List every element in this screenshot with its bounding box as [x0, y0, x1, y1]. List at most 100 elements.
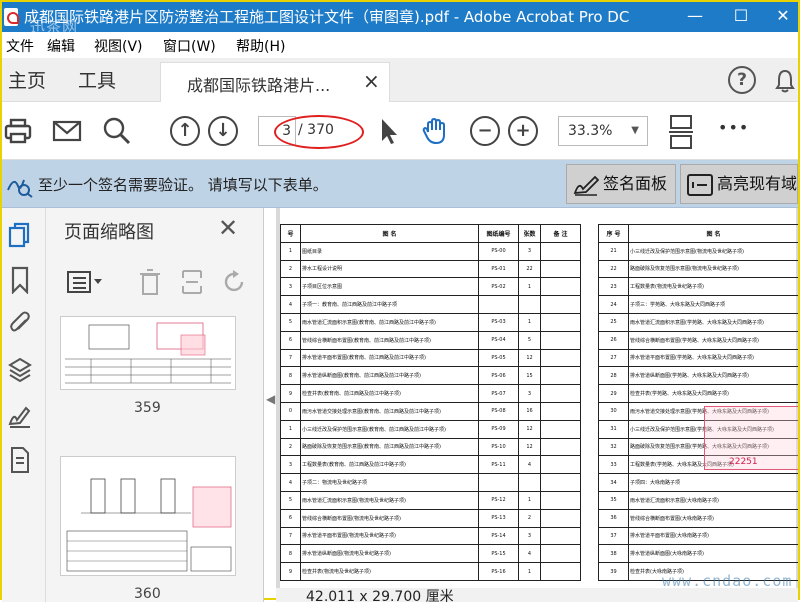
- chevron-down-icon: ▼: [631, 125, 639, 136]
- table-cell: 9: [280, 562, 301, 581]
- table-cell: PS-07: [478, 384, 519, 403]
- table-row: 8 排水管道纵断面图(物流电及世纪路子项) PS-15 4: [280, 544, 581, 564]
- close-tab-icon[interactable]: ×: [363, 69, 380, 93]
- minimize-button[interactable]: —: [682, 4, 708, 28]
- table-cell: [540, 295, 581, 314]
- table-cell: PS-01: [478, 259, 519, 279]
- drawing-index-table-right: 序 号图 名 21 小三线迁改及保护范围示意图(物流电及世纪路子项) 22 路面破除及恢…: [598, 224, 798, 581]
- table-cell: 1: [518, 490, 541, 510]
- menu-edit[interactable]: 编辑: [47, 36, 75, 56]
- table-row: 9 检查井表(物流电及世纪路子项) PS-16 1: [280, 562, 581, 581]
- table-row: 2 路面破除及恢复范围示意图(教育南、前江西路及前江中路子项) PS-10 12: [280, 437, 581, 457]
- zoom-value: 33.3%: [568, 123, 613, 139]
- table-row: 24 子项三：学苑路、大咏东路及大同西路子项: [598, 295, 798, 314]
- table-cell: 24: [598, 295, 629, 314]
- hand-tool-icon[interactable]: [420, 116, 450, 146]
- table-cell: 6: [280, 508, 301, 528]
- table-header-row: 号图 名图纸编号 张数备 注: [280, 224, 581, 243]
- menu-view[interactable]: 视图(V): [94, 36, 143, 56]
- table-row: 7 排水管道平面布置图(教育南、前江西路及前江中路子项) PS-05 12: [280, 348, 581, 368]
- table-cell: [540, 312, 581, 332]
- page-thumbnails-icon[interactable]: [8, 222, 32, 250]
- table-row: 2 排水工程设计说明 PS-01 22: [280, 259, 581, 279]
- close-window-button[interactable]: ✕: [770, 4, 796, 28]
- document-view[interactable]: 号图 名图纸编号 张数备 注 1 图纸目录 PS-00 3 2 排水工程设计说明 PS-01 22…: [276, 208, 798, 602]
- zoom-in-icon[interactable]: +: [508, 116, 538, 146]
- tab-document-label: 成都国际铁路港片...: [187, 76, 331, 95]
- maximize-button[interactable]: ☐: [728, 4, 754, 28]
- menu-help[interactable]: 帮助(H): [236, 36, 285, 56]
- table-cell: 34: [598, 473, 629, 492]
- attachments-icon[interactable]: [8, 310, 32, 338]
- table-cell: PS-09: [478, 419, 519, 439]
- table-cell: 22: [598, 259, 629, 279]
- delete-page-icon[interactable]: [138, 268, 162, 296]
- table-cell: [540, 473, 581, 492]
- notification-bell-icon[interactable]: [774, 68, 796, 94]
- table-cell: [540, 366, 581, 386]
- table-cell: PS-08: [478, 401, 519, 421]
- more-tools-icon[interactable]: •••: [718, 118, 749, 137]
- table-cell: 排水管道纵断面图(物流电及世纪路子项): [300, 544, 479, 564]
- table-cell: PS-15: [478, 544, 519, 564]
- print-icon[interactable]: [4, 116, 34, 146]
- column-header: 图 名: [300, 224, 479, 243]
- signatures-icon[interactable]: [8, 402, 32, 430]
- tab-tools[interactable]: 工具: [78, 66, 116, 93]
- table-cell: 8: [280, 366, 301, 386]
- thumbnail-drawing: [65, 322, 231, 384]
- table-cell: 16: [518, 401, 541, 421]
- review-stamp: 22251: [704, 406, 798, 470]
- table-row: 21 小三线迁改及保护范围示意图(物流电及世纪路子项): [598, 241, 798, 261]
- help-icon[interactable]: ?: [728, 66, 756, 94]
- zoom-out-icon[interactable]: −: [470, 116, 500, 146]
- table-cell: 雨水管道汇流面积示意图(物流电及世纪路子项): [300, 490, 479, 510]
- table-cell: 排水管道平面布置图(大咏南路子项): [628, 526, 798, 546]
- signature-verify-icon: [7, 179, 33, 198]
- title-bar: 成都国际铁路港片区防涝整治工程施工图设计文件（审图章).pdf - Adobe …: [2, 2, 798, 36]
- table-cell: 28: [598, 366, 629, 386]
- table-cell: 小三线迁改及保护范围示意图(物流电及世纪路子项): [628, 241, 798, 261]
- table-cell: PS-12: [478, 490, 519, 510]
- menu-file[interactable]: 文件: [6, 36, 34, 56]
- email-icon[interactable]: [52, 116, 82, 146]
- tab-home[interactable]: 主页: [8, 66, 46, 93]
- table-cell: 管线综合横断面布置图(大咏南路子项): [628, 508, 798, 528]
- table-cell: 5: [280, 312, 301, 332]
- table-cell: 1: [280, 241, 301, 261]
- table-cell: 检查井表(学苑路、大咏东路及大同西路子项): [628, 384, 798, 403]
- tab-document[interactable]: 成都国际铁路港片... ×: [160, 62, 390, 102]
- table-cell: [540, 562, 581, 581]
- table-cell: 4: [518, 455, 541, 475]
- search-icon[interactable]: [102, 116, 132, 146]
- close-panel-icon[interactable]: ✕: [218, 214, 238, 242]
- table-cell: 5: [280, 490, 301, 510]
- thumbnail-page-360[interactable]: [60, 456, 236, 576]
- menu-window[interactable]: 窗口(W): [163, 36, 216, 56]
- column-header: 序 号: [598, 224, 629, 243]
- table-cell: PS-05: [478, 348, 519, 368]
- thumbnail-options-icon[interactable]: [66, 270, 106, 294]
- bookmarks-icon[interactable]: [8, 266, 32, 294]
- extract-page-icon[interactable]: [180, 268, 204, 296]
- highlight-fields-button[interactable]: 高亮现有域: [680, 164, 798, 204]
- signature-panel-button[interactable]: 签名面板: [566, 164, 676, 204]
- table-row: 22 路面破除及恢复范围示意图(物流电及世纪路子项): [598, 259, 798, 279]
- layers-icon[interactable]: [8, 356, 32, 384]
- thumbnail-page-359[interactable]: [60, 316, 236, 390]
- next-page-icon[interactable]: ↓: [208, 116, 238, 146]
- table-cell: 管线综合横断面布置图(物流电及世纪路子项): [300, 508, 479, 528]
- table-cell: 9: [280, 384, 301, 403]
- table-cell: [540, 437, 581, 457]
- table-cell: 29: [598, 384, 629, 403]
- collapse-panel-icon[interactable]: ◀: [266, 392, 276, 412]
- previous-page-icon[interactable]: ↑: [170, 116, 200, 146]
- table-cell: 30: [598, 401, 629, 421]
- zoom-select[interactable]: 33.3% ▼: [558, 116, 648, 146]
- select-cursor-icon[interactable]: [374, 116, 404, 146]
- document-properties-icon[interactable]: [8, 446, 32, 474]
- rotate-page-icon[interactable]: [222, 268, 248, 296]
- table-cell: [518, 295, 541, 314]
- drawing-index-table-left: 号图 名图纸编号 张数备 注 1 图纸目录 PS-00 3 2 排水工程设计说明 PS-01 22…: [280, 224, 581, 581]
- fit-page-icon[interactable]: [666, 114, 696, 150]
